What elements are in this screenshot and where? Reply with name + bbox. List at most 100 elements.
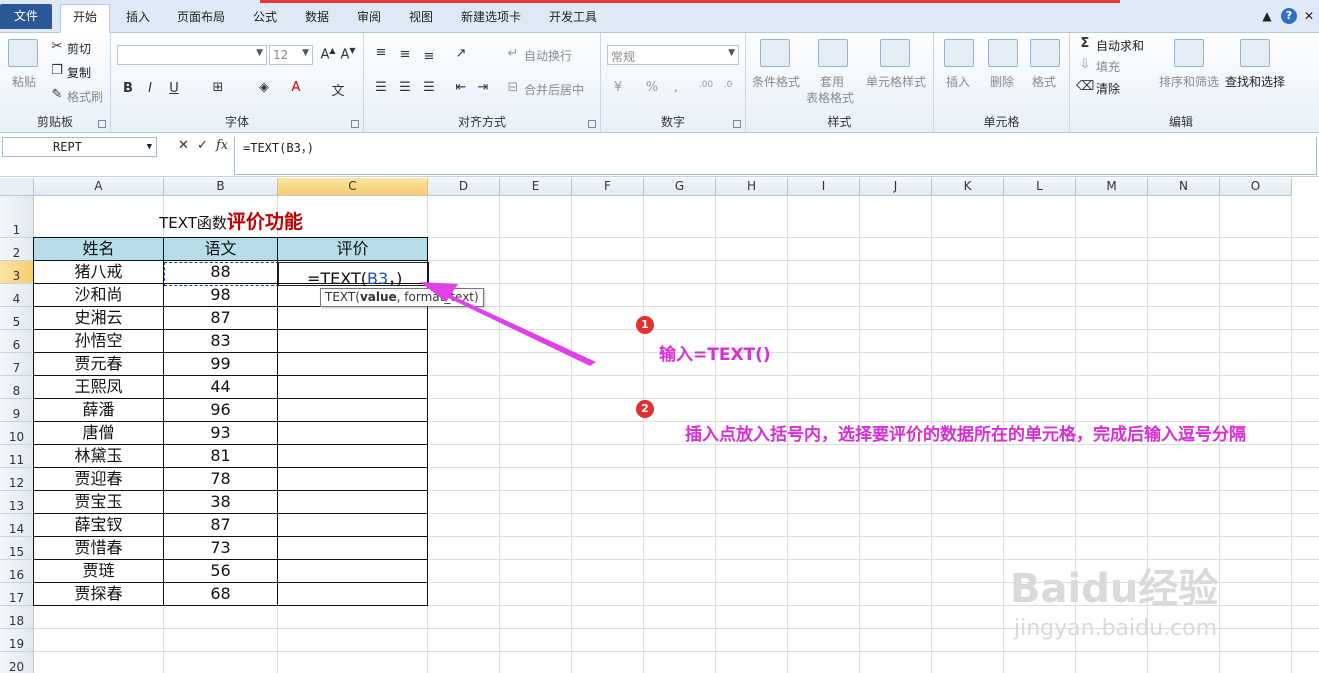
delete-cells-icon <box>988 39 1018 67</box>
font-name-select[interactable]: ▼ <box>117 45 267 65</box>
italic-button[interactable]: I <box>141 81 159 96</box>
tab-page-layout[interactable]: 页面布局 <box>170 5 232 29</box>
clipboard-group: 粘贴 ✂ 剪切 ❐ 复制 ✎ 格式刷 剪贴板 <box>0 33 111 133</box>
number-launcher-icon[interactable] <box>733 120 741 128</box>
conditional-format-button[interactable]: 条件格式 <box>752 73 800 90</box>
number-group: 常规 ▼ ¥ % , .00 .0 数字 <box>601 33 746 133</box>
formula-bar: REPT ▼ ✕ ✓ fx =TEXT(B3，) <box>0 135 1319 177</box>
clipboard-launcher-icon[interactable] <box>98 120 106 128</box>
close-workbook-icon[interactable]: ✕ <box>1301 8 1317 24</box>
tab-developer[interactable]: 开发工具 <box>543 5 603 29</box>
insert-cells-button[interactable]: 插入 <box>946 73 970 90</box>
help-icon[interactable]: ? <box>1281 8 1297 24</box>
font-group: ▼ 12 ▼ A▲ A▼ B I U ⊞ ◈ A 文 字体 <box>111 33 364 133</box>
tab-insert[interactable]: 插入 <box>118 5 158 29</box>
insert-cells-icon <box>944 39 974 67</box>
tab-formulas[interactable]: 公式 <box>247 5 283 29</box>
font-launcher-icon[interactable] <box>351 120 359 128</box>
insert-function-button[interactable]: fx <box>216 138 228 153</box>
cells-group: 插入 删除 格式 单元格 <box>934 33 1070 133</box>
phonetic-icon[interactable]: 文 <box>329 80 347 99</box>
bold-button[interactable]: B <box>119 81 137 96</box>
worksheet-grid[interactable]: ABCDEFGHIJKLMNO 1 2 3 4 5 6 7 8 9 10 11 12 13 14 15 16 1… <box>0 178 1319 673</box>
autosum-icon: Σ <box>1080 36 1090 51</box>
align-top-icon[interactable]: ≡ <box>372 45 390 60</box>
tab-home[interactable]: 开始 <box>60 4 110 33</box>
format-as-table-icon <box>818 39 848 67</box>
clear-button[interactable]: 清除 <box>1096 80 1120 97</box>
align-left-icon[interactable]: ☰ <box>372 80 390 95</box>
tab-new-tab[interactable]: 新建选项卡 <box>455 5 527 29</box>
shrink-font-icon[interactable]: A▼ <box>339 46 357 62</box>
title-accent-bar <box>260 0 1120 3</box>
fill-color-icon[interactable]: ◈ <box>255 80 273 95</box>
minimize-ribbon-icon[interactable]: ▲ <box>1259 8 1275 24</box>
percent-icon[interactable]: % <box>643 80 661 95</box>
tab-file[interactable]: 文件 <box>0 4 52 29</box>
step-1-badge: 1 <box>636 316 654 334</box>
autosum-button[interactable]: 自动求和 <box>1096 37 1144 54</box>
clear-icon: ⌫ <box>1076 79 1095 94</box>
cell-styles-button[interactable]: 单元格样式 <box>866 73 926 90</box>
conditional-format-icon <box>760 39 790 67</box>
comma-icon[interactable]: , <box>667 80 685 95</box>
cut-button[interactable]: 剪切 <box>67 40 91 57</box>
tab-data[interactable]: 数据 <box>299 5 335 29</box>
underline-button[interactable]: U <box>165 81 183 96</box>
orientation-icon[interactable]: ↗ <box>452 46 470 61</box>
number-format-value: 常规 <box>611 50 636 64</box>
align-bottom-icon[interactable]: ≡ <box>420 49 438 64</box>
format-cells-button[interactable]: 格式 <box>1032 73 1056 90</box>
formula-input[interactable]: =TEXT(B3，) <box>234 137 1317 175</box>
alignment-group-label: 对齐方式 <box>457 115 506 129</box>
paste-icon[interactable] <box>8 39 38 67</box>
number-format-select[interactable]: 常规 ▼ <box>607 45 739 65</box>
format-painter-button[interactable]: 格式刷 <box>67 88 103 105</box>
merge-center-button[interactable]: 合并后居中 <box>524 81 584 98</box>
currency-icon[interactable]: ¥ <box>609 80 627 95</box>
cancel-icon[interactable]: ✕ <box>178 138 189 153</box>
increase-indent-icon[interactable]: ⇥ <box>474 80 492 95</box>
font-color-icon[interactable]: A <box>287 80 305 95</box>
paste-button[interactable]: 粘贴 <box>12 73 36 90</box>
editing-group: Σ 自动求和 ⇩ 填充 ⌫ 清除 排序和筛选 查找和选择 编辑 <box>1070 33 1292 133</box>
ribbon-home: 粘贴 ✂ 剪切 ❐ 复制 ✎ 格式刷 剪贴板 ▼ 12 ▼ A▲ A▼ B I U… <box>0 33 1319 133</box>
find-select-icon <box>1240 39 1270 67</box>
tab-review[interactable]: 审阅 <box>351 5 387 29</box>
styles-group-label: 样式 <box>827 115 852 129</box>
border-icon[interactable]: ⊞ <box>209 80 227 95</box>
watermark-brand: Baidu经验 <box>1010 566 1219 612</box>
format-as-table-line1[interactable]: 套用 <box>820 73 844 90</box>
cells-group-label: 单元格 <box>983 115 1020 129</box>
sort-filter-button[interactable]: 排序和筛选 <box>1159 73 1219 90</box>
find-select-button[interactable]: 查找和选择 <box>1225 73 1285 90</box>
font-size-value: 12 <box>273 48 289 62</box>
font-size-select[interactable]: 12 ▼ <box>269 45 313 65</box>
copy-button[interactable]: 复制 <box>67 64 91 81</box>
grow-font-icon[interactable]: A▲ <box>319 46 337 62</box>
align-middle-icon[interactable]: ≡ <box>396 47 414 62</box>
name-box[interactable]: REPT ▼ <box>2 137 157 157</box>
ribbon-tab-bar: 文件 开始 插入 页面布局 公式 数据 审阅 视图 新建选项卡 开发工具 ▲ ?… <box>0 0 1319 33</box>
arrow-shaft <box>436 290 596 366</box>
editing-group-label: 编辑 <box>1168 115 1193 129</box>
decrease-decimal-icon[interactable]: .0 <box>719 80 737 90</box>
alignment-group: ≡ ≡ ≡ ↗ ↵ 自动换行 ☰ ☰ ☰ ⇤ ⇥ ⊟ 合并后居中 对齐方式 <box>364 33 601 133</box>
increase-decimal-icon[interactable]: .00 <box>697 80 715 90</box>
align-right-icon[interactable]: ☰ <box>420 80 438 95</box>
enter-icon[interactable]: ✓ <box>197 138 208 153</box>
decrease-indent-icon[interactable]: ⇤ <box>452 80 470 95</box>
align-center-icon[interactable]: ☰ <box>396 80 414 95</box>
fill-button[interactable]: 填充 <box>1096 58 1120 75</box>
copy-icon: ❐ <box>51 63 63 78</box>
merge-center-icon: ⊟ <box>507 80 519 95</box>
delete-cells-button[interactable]: 删除 <box>990 73 1014 90</box>
step-1-text: 输入=TEXT() <box>659 345 771 365</box>
fill-icon: ⇩ <box>1079 57 1091 72</box>
styles-group: 条件格式 套用 表格格式 单元格样式 样式 <box>746 33 934 133</box>
format-as-table-line2[interactable]: 表格格式 <box>806 89 854 106</box>
alignment-launcher-icon[interactable] <box>588 120 596 128</box>
tab-view[interactable]: 视图 <box>403 5 439 29</box>
number-group-label: 数字 <box>660 115 685 129</box>
wrap-text-button[interactable]: 自动换行 <box>524 47 572 64</box>
